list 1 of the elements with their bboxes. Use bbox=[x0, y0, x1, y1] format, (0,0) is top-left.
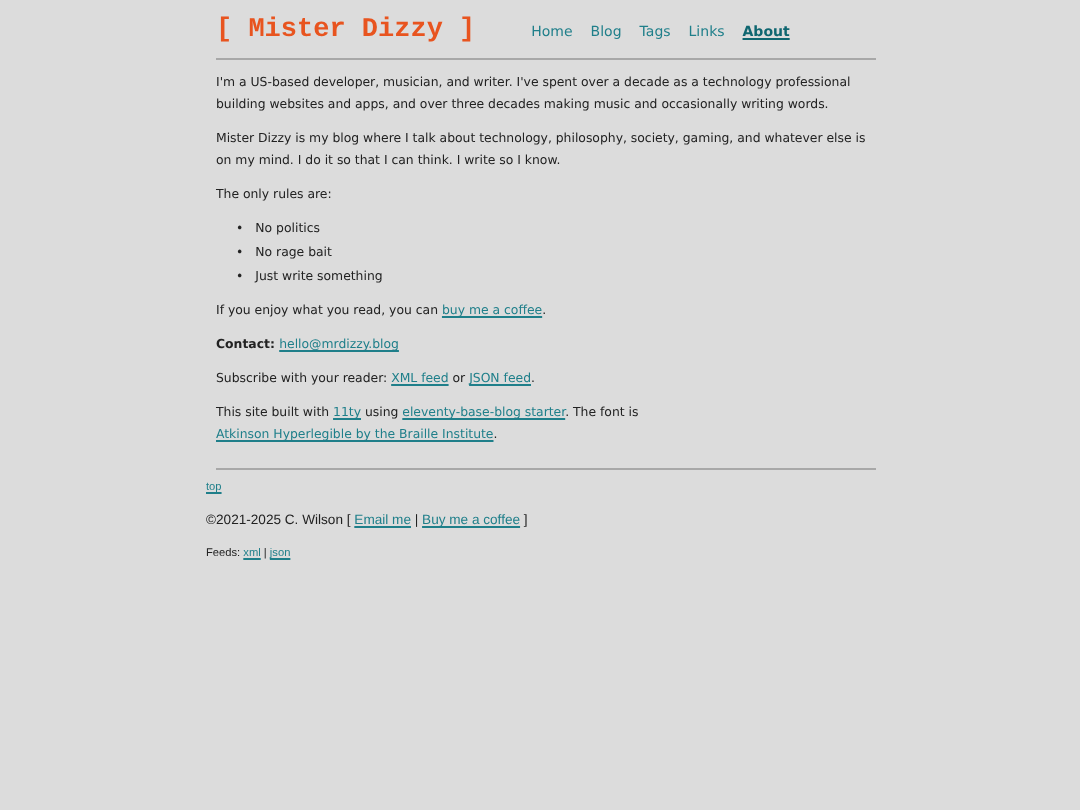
site-title[interactable]: [ Mister Dizzy ] bbox=[216, 16, 476, 46]
